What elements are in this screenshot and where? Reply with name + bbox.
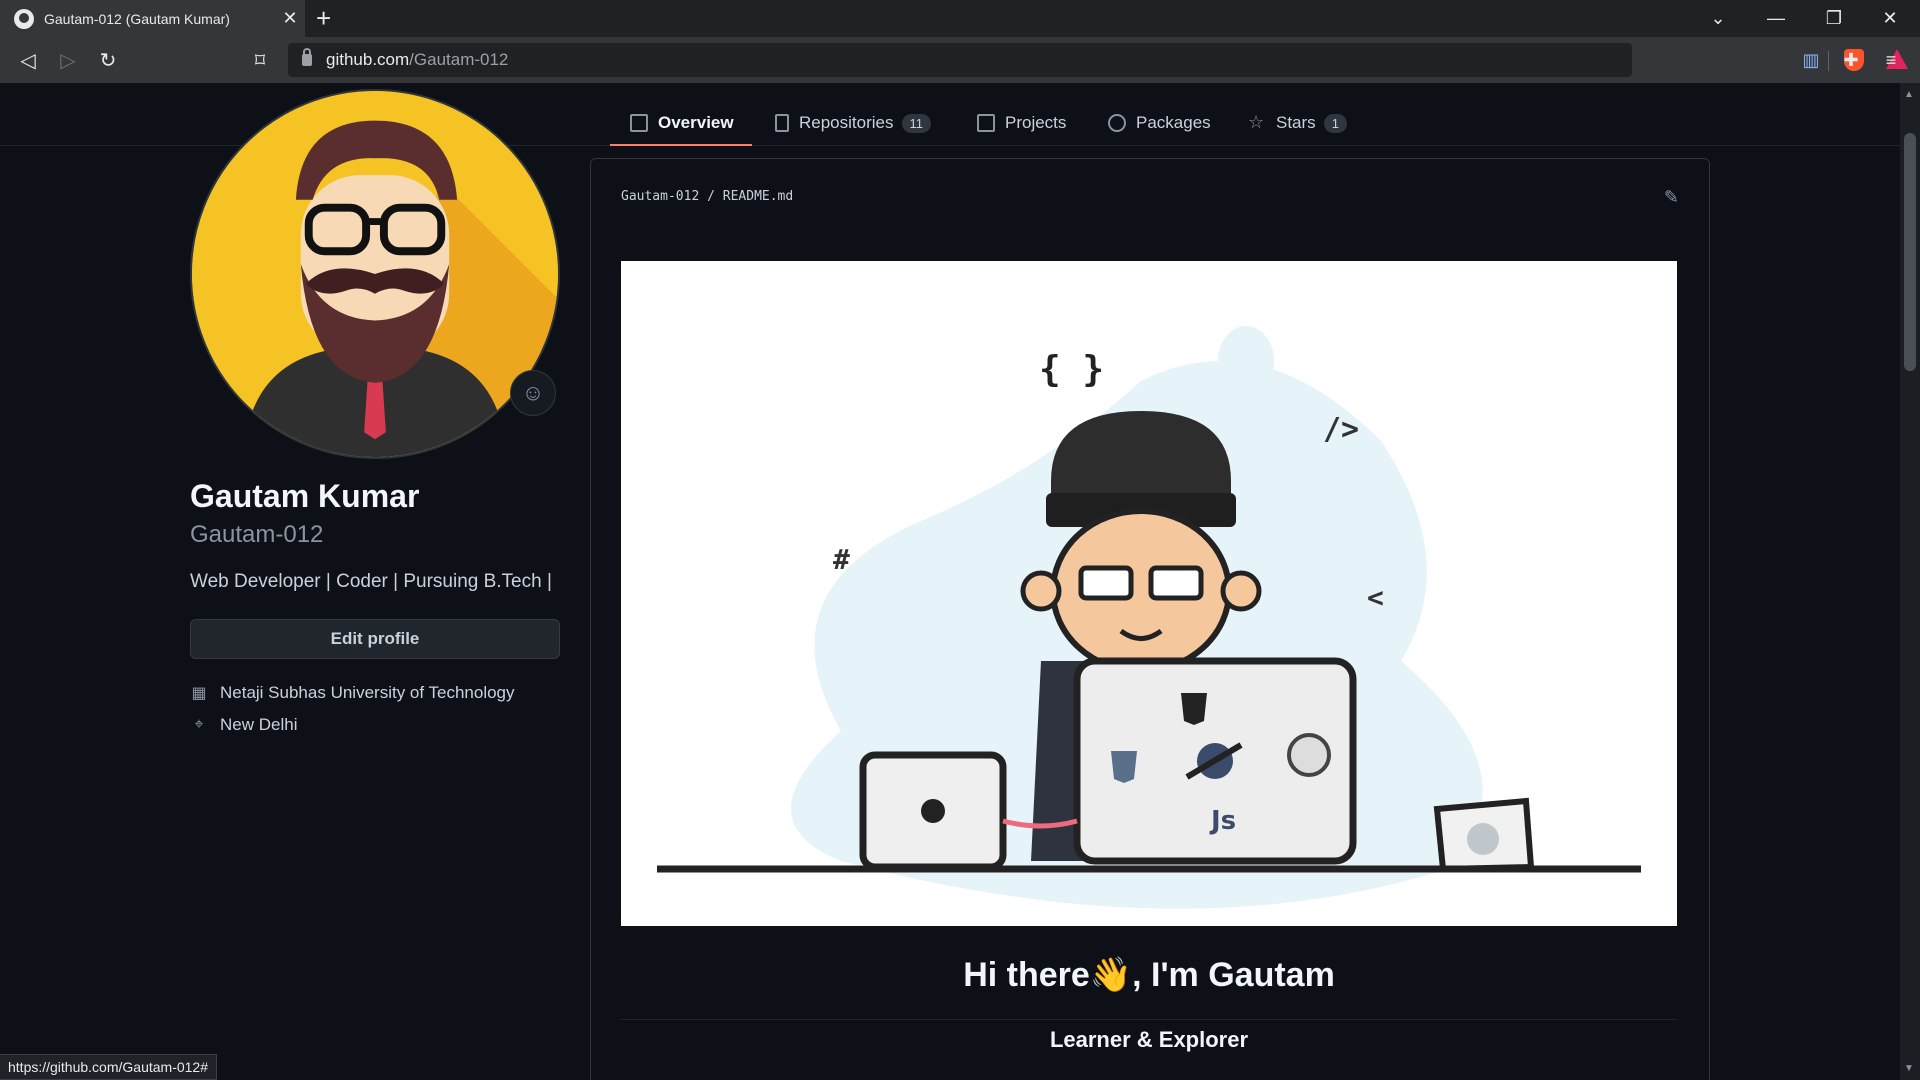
scroll-up-arrow-icon[interactable]: ▲ bbox=[1904, 89, 1914, 100]
minimize-button[interactable]: — bbox=[1748, 0, 1804, 37]
location-text: New Delhi bbox=[220, 715, 298, 734]
js-logo-text: Js bbox=[1209, 806, 1236, 836]
avatar-illustration bbox=[192, 91, 558, 457]
scroll-down-arrow-icon[interactable]: ▼ bbox=[1904, 1063, 1914, 1074]
tab-label: Overview bbox=[658, 113, 734, 132]
lock-icon bbox=[302, 48, 312, 66]
edit-profile-button[interactable]: Edit profile bbox=[190, 619, 560, 659]
readme-heading: Hi there👋, I'm Gautam bbox=[963, 956, 1335, 994]
table-icon bbox=[977, 114, 995, 132]
braces-symbol: { } bbox=[1039, 349, 1104, 390]
url-path: /Gautam-012 bbox=[409, 50, 509, 69]
organization-icon: ▦ bbox=[191, 685, 207, 702]
url-divider bbox=[1828, 51, 1829, 71]
tab-label: Repositories bbox=[799, 113, 894, 132]
profile-bio: Web Developer | Coder | Pursuing B.Tech … bbox=[190, 571, 552, 592]
breadcrumb-separator: / bbox=[707, 189, 715, 204]
profile-organization: ▦ Netaji Subhas University of Technology bbox=[190, 683, 515, 703]
scrollbar-thumb[interactable] bbox=[1904, 133, 1916, 371]
tab-label: Projects bbox=[1005, 113, 1067, 132]
stars-count-badge: 1 bbox=[1323, 113, 1347, 133]
tab-label: Stars bbox=[1276, 113, 1316, 132]
hash-symbol: # bbox=[833, 543, 850, 576]
organization-text: Netaji Subhas University of Technology bbox=[220, 683, 515, 702]
url-host: github.com bbox=[326, 50, 410, 69]
tab-title: Gautam-012 (Gautam Kumar) bbox=[44, 10, 230, 27]
coder-illustration: { } /> # < Js bbox=[657, 326, 1641, 909]
set-status-smiley-icon[interactable]: ☺ bbox=[510, 370, 556, 416]
tab-search-chevron-icon[interactable]: ⌄ bbox=[1690, 0, 1746, 37]
menu-icon[interactable]: ≡ bbox=[1876, 45, 1906, 75]
forward-icon[interactable]: ▷ bbox=[52, 45, 84, 75]
extension-icon[interactable]: ▥ bbox=[1796, 45, 1826, 75]
repo-icon bbox=[775, 114, 789, 132]
close-window-button[interactable]: ✕ bbox=[1862, 0, 1918, 37]
new-tab-button[interactable]: + bbox=[316, 3, 331, 34]
readme-banner-image: { } /> # < Js bbox=[621, 261, 1677, 926]
package-icon bbox=[1108, 114, 1126, 132]
tab-packages[interactable]: Packages bbox=[1108, 101, 1211, 145]
repositories-count-badge: 11 bbox=[901, 113, 931, 133]
tab-repositories[interactable]: Repositories 11 bbox=[775, 101, 931, 145]
profile-username: Gautam-012 bbox=[190, 521, 324, 548]
readme-heading-rule bbox=[621, 1019, 1677, 1020]
browser-tab[interactable]: Gautam-012 (Gautam Kumar) ✕ bbox=[0, 0, 305, 37]
avatar[interactable] bbox=[190, 89, 560, 459]
less-than-symbol: < bbox=[1367, 581, 1384, 614]
readme-subheading: Learner & Explorer bbox=[1049, 1027, 1249, 1052]
closing-tag-symbol: /> bbox=[1323, 412, 1359, 447]
extensions-puzzle-icon[interactable]: ✚ bbox=[1836, 45, 1866, 75]
readme-breadcrumb: Gautam-012 / README.md bbox=[621, 189, 793, 204]
github-favicon-icon bbox=[14, 8, 34, 29]
link-status-bar: https://github.com/Gautam-012# bbox=[0, 1054, 217, 1080]
close-tab-icon[interactable]: ✕ bbox=[275, 8, 305, 29]
book-icon bbox=[630, 114, 648, 132]
tab-projects[interactable]: Projects bbox=[977, 101, 1066, 145]
bookmark-icon[interactable]: ⌑ bbox=[244, 45, 276, 75]
tab-overview[interactable]: Overview bbox=[610, 101, 752, 146]
address-bar[interactable]: github.com/Gautam-012 bbox=[288, 43, 1908, 77]
profile-full-name: Gautam Kumar bbox=[190, 478, 420, 514]
restore-button[interactable]: ❐ bbox=[1806, 0, 1862, 37]
readme-card: Gautam-012 / README.md ✎ { } /> # < Js H… bbox=[590, 158, 1710, 1080]
browser-tab-strip: Gautam-012 (Gautam Kumar) ✕ + ⌄ — ❐ ✕ bbox=[0, 0, 1920, 37]
back-icon[interactable]: ◁ bbox=[12, 45, 44, 75]
location-pin-icon: ⌖ bbox=[194, 716, 204, 733]
readme-owner-link[interactable]: Gautam-012 bbox=[621, 189, 699, 204]
reload-icon[interactable]: ↻ bbox=[92, 45, 124, 75]
tab-stars[interactable]: ☆ Stars 1 bbox=[1248, 101, 1347, 145]
github-profile-page: Overview Repositories 11 Projects Packag… bbox=[0, 83, 1900, 1080]
readme-file-name: README.md bbox=[722, 189, 794, 204]
page-scrollbar[interactable]: ▲ ▼ bbox=[1900, 83, 1920, 1080]
tab-label: Packages bbox=[1136, 113, 1211, 132]
edit-readme-pencil-icon[interactable]: ✎ bbox=[1664, 187, 1679, 208]
star-icon: ☆ bbox=[1248, 112, 1265, 132]
browser-toolbar: ◁ ▷ ↻ ⌑ github.com/Gautam-012 ▥ ✚ ≡ bbox=[0, 37, 1920, 83]
profile-location: ⌖ New Delhi bbox=[190, 715, 297, 735]
